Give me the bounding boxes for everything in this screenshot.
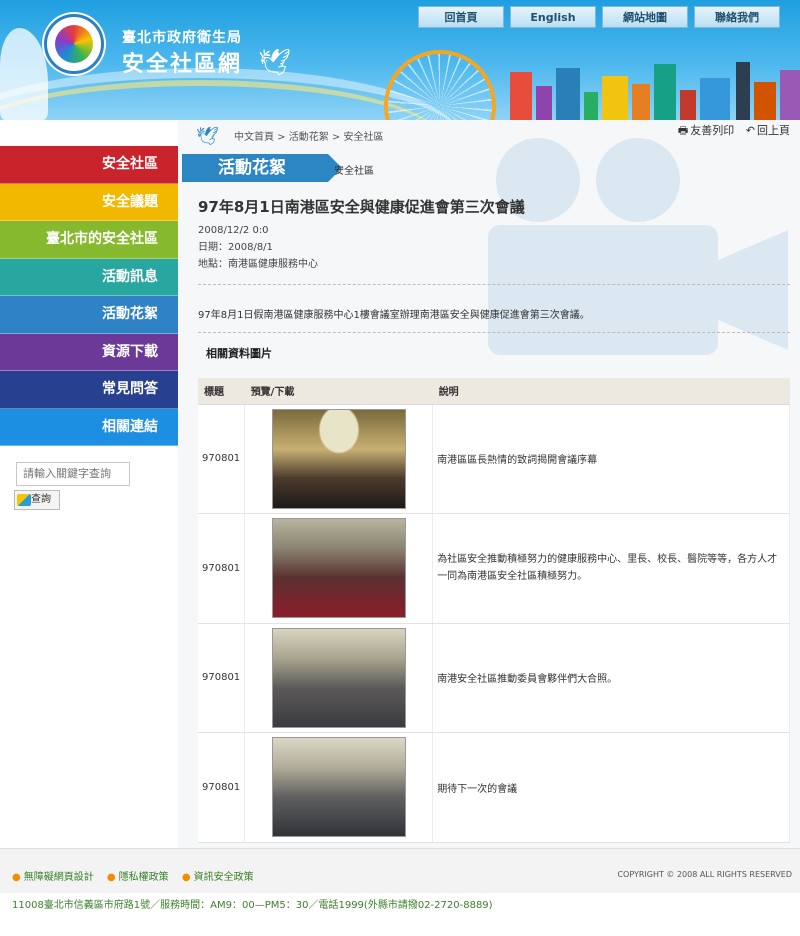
sidebar-menu: 安全社區 安全議題 臺北市的安全社區 活動訊息 活動花絮 資源下載 常見問答 相… xyxy=(0,146,178,446)
sidebar-item-links[interactable]: 相關連結 xyxy=(0,408,178,446)
site-title[interactable]: 安全社區網 xyxy=(122,46,242,78)
photo-thumbnail[interactable] xyxy=(271,518,406,619)
search-button[interactable]: 查詢 xyxy=(14,490,60,510)
article-title: 97年8月1日南港區安全與健康促進會第三次會議 xyxy=(198,198,525,216)
search-icon xyxy=(17,494,31,506)
sidebar-item-downloads[interactable]: 資源下載 xyxy=(0,333,178,371)
col-description: 說明 xyxy=(432,378,790,405)
dove-icon: 🕊 xyxy=(258,48,292,78)
related-images-title: 相關資料圖片 xyxy=(206,347,272,360)
photo-thumbnail[interactable] xyxy=(271,737,406,838)
bullet-icon: ● xyxy=(181,872,191,883)
row-description: 南港區區長熱情的致詞揭開會議序幕 xyxy=(432,404,790,514)
table-row: 970801 南港安全社區推動委員會夥伴們大合照。 xyxy=(198,623,790,733)
video-camera-watermark-icon xyxy=(488,138,788,355)
breadcrumb: 中文首頁 > 活動花絮 > 安全社區 xyxy=(234,132,384,143)
col-preview: 預覽/下載 xyxy=(244,378,433,405)
site-footer: ● 無障礙網頁設計 ● 隱私權政策 ● 資訊安全政策 COPYRIGHT © 2008… xyxy=(0,848,800,893)
row-label: 970801 xyxy=(198,404,246,514)
table-header-row: 標題 預覽/下載 說明 xyxy=(198,378,790,405)
sidebar-item-safe-community[interactable]: 安全社區 xyxy=(0,146,178,184)
back-link[interactable]: 回上頁 xyxy=(757,124,790,137)
row-preview xyxy=(244,513,434,624)
footer-address: 11008臺北市信義區市府路1號／服務時間：AM9：00—PM5：30／電話19… xyxy=(12,900,493,911)
print-icon: 🖶 xyxy=(677,124,689,137)
sidebar-item-safety-issues[interactable]: 安全議題 xyxy=(0,183,178,221)
page-tools: 🖶 友善列印 ↶ 回上頁 xyxy=(670,122,790,141)
footer-link-accessibility[interactable]: 無障礙網頁設計 xyxy=(24,872,94,883)
photo-thumbnail[interactable] xyxy=(271,627,406,728)
row-preview xyxy=(244,732,434,843)
bullet-icon: ● xyxy=(106,872,116,883)
row-description: 南港安全社區推動委員會夥伴們大合照。 xyxy=(432,623,790,733)
row-description: 為社區安全推動積極努力的健康服務中心、里長、校長、醫院等等，各方人才一同為南港區… xyxy=(432,513,790,624)
row-label: 970801 xyxy=(198,732,246,843)
top-nav-sitemap[interactable]: 網站地圖 xyxy=(602,6,688,28)
footer-link-security[interactable]: 資訊安全政策 xyxy=(194,872,254,883)
article-meta: 2008/12/2 0:0 日期：2008/8/1 地點：南港區健康服務中心 xyxy=(198,222,318,273)
search-button-label: 查詢 xyxy=(31,494,51,505)
copyright: COPYRIGHT © 2008 ALL RIGHTS RESERVED xyxy=(617,870,792,879)
posted-time: 2008/12/2 0:0 xyxy=(198,225,269,236)
event-location: 地點：南港區健康服務中心 xyxy=(198,259,318,270)
safe-community-logo[interactable] xyxy=(44,14,104,74)
ferris-wheel-decoration xyxy=(384,50,496,120)
row-preview xyxy=(244,404,434,514)
table-row: 970801 為社區安全推動積極努力的健康服務中心、里長、校長、醫院等等，各方人… xyxy=(198,513,790,624)
row-preview xyxy=(244,623,434,733)
section-title: 活動花絮 xyxy=(182,154,342,182)
friendly-print-link[interactable]: 友善列印 xyxy=(690,124,734,137)
footer-link-privacy[interactable]: 隱私權政策 xyxy=(119,872,169,883)
sidebar-item-taipei-communities[interactable]: 臺北市的安全社區 xyxy=(0,221,178,259)
sidebar-item-events[interactable]: 活動訊息 xyxy=(0,258,178,296)
main-content: 🕊 中文首頁 > 活動花絮 > 安全社區 🖶 友善列印 ↶ 回上頁 活動花絮 安全社… xyxy=(178,120,800,848)
col-title: 標題 xyxy=(198,378,245,405)
event-date: 日期：2008/8/1 xyxy=(198,242,273,253)
back-icon: ↶ xyxy=(745,124,755,137)
top-nav-english[interactable]: English xyxy=(510,6,596,28)
divider xyxy=(198,332,790,333)
child-silhouette-decoration xyxy=(0,28,48,120)
footer-links: ● 無障礙網頁設計 ● 隱私權政策 ● 資訊安全政策 xyxy=(12,868,264,883)
keyword-search-input[interactable] xyxy=(16,462,130,486)
divider xyxy=(198,284,790,285)
city-skyline-decoration xyxy=(500,60,800,120)
row-description: 期待下一次的會議 xyxy=(432,732,790,843)
photo-thumbnail[interactable] xyxy=(271,408,406,509)
top-nav-home[interactable]: 回首頁 xyxy=(418,6,504,28)
table-row: 970801 期待下一次的會議 xyxy=(198,732,790,843)
section-subtitle: 安全社區 xyxy=(334,166,374,177)
top-nav-contact[interactable]: 聯絡我們 xyxy=(694,6,780,28)
article-body: 97年8月1日假南港區健康服務中心1樓會議室辦理南港區安全與健康促進會第三次會議… xyxy=(198,310,590,321)
dove-small-icon: 🕊 xyxy=(196,126,219,147)
related-images-table: 標題 預覽/下載 說明 970801 南港區區長熱情的致詞揭開會議序幕 9708… xyxy=(198,378,790,843)
left-sidebar: 安全社區 安全議題 臺北市的安全社區 活動訊息 活動花絮 資源下載 常見問答 相… xyxy=(0,120,178,848)
sidebar-item-faq[interactable]: 常見問答 xyxy=(0,371,178,409)
bullet-icon: ● xyxy=(12,872,21,883)
sidebar-item-highlights[interactable]: 活動花絮 xyxy=(0,296,178,334)
agency-name: 臺北市政府衛生局 xyxy=(122,30,242,46)
top-nav: 回首頁 English 網站地圖 聯絡我們 xyxy=(418,6,780,28)
table-row: 970801 南港區區長熱情的致詞揭開會議序幕 xyxy=(198,404,790,514)
row-label: 970801 xyxy=(198,513,246,624)
row-label: 970801 xyxy=(198,623,246,733)
site-header: 臺北市政府衛生局 安全社區網 🕊 回首頁 English 網站地圖 聯絡我們 xyxy=(0,0,800,120)
